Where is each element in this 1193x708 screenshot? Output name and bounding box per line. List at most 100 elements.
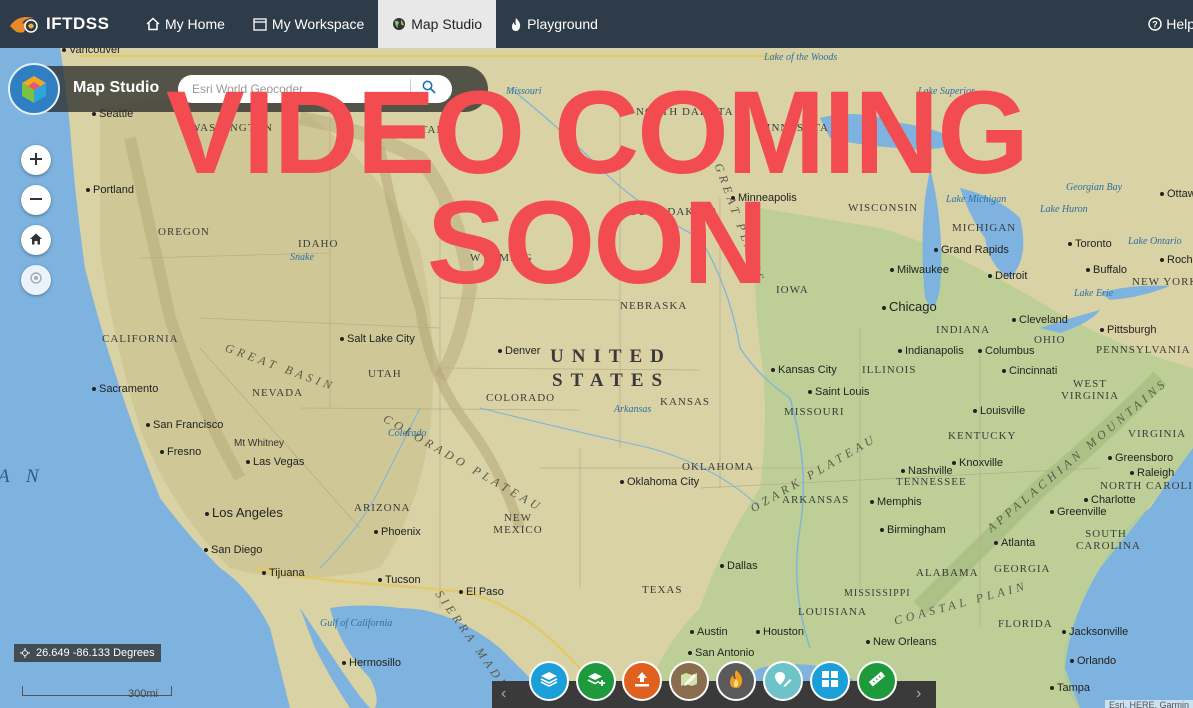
state-label: ILLINOIS — [862, 364, 917, 376]
nav-my-workspace[interactable]: My Workspace — [239, 0, 378, 48]
state-label: SOUTH CAROLINA — [1076, 528, 1141, 552]
city-label: Atlanta — [994, 537, 1035, 549]
water-label: Lake Erie — [1074, 288, 1114, 299]
city-label: Minneapolis — [731, 192, 797, 204]
zoom-in-button[interactable] — [21, 145, 51, 175]
state-label: OREGON — [158, 226, 210, 238]
state-label: MINNESOTA — [756, 122, 829, 134]
state-label: TEXAS — [642, 584, 683, 596]
add-layers-icon — [586, 669, 606, 694]
home-extent-button[interactable] — [21, 225, 51, 255]
state-label: KANSAS — [660, 396, 711, 408]
city-label: Louisville — [973, 405, 1025, 417]
locate-button[interactable] — [21, 265, 51, 295]
state-label: KENTUCKY — [948, 430, 1017, 442]
state-label: WYOMING — [470, 252, 533, 264]
city-label: Jacksonville — [1062, 626, 1128, 638]
map-studio-title: Map Studio — [73, 79, 160, 96]
nav-my-home-label: My Home — [165, 16, 225, 32]
city-label: Indianapolis — [898, 345, 964, 357]
nav-my-home[interactable]: My Home — [132, 0, 239, 48]
state-label: ARKANSAS — [782, 494, 850, 506]
city-label: Detroit — [988, 270, 1027, 282]
draw-button[interactable] — [763, 661, 803, 701]
svg-text:?: ? — [1152, 20, 1158, 30]
crosshair-icon — [20, 648, 30, 658]
city-label: Ottawa — [1160, 188, 1193, 200]
state-label: ARIZONA — [354, 502, 411, 514]
city-label: Pittsburgh — [1100, 324, 1157, 336]
city-label: Rochester — [1160, 254, 1193, 266]
city-label: Chicago — [882, 299, 937, 314]
state-label: INDIANA — [936, 324, 991, 336]
state-label: CALIFORNIA — [102, 333, 179, 345]
water-label: Arkansas — [614, 404, 652, 415]
brand-name: IFTDSS — [46, 14, 110, 33]
draw-pin-icon — [773, 669, 793, 694]
country-label: UNITED — [550, 346, 672, 367]
measure-button[interactable] — [857, 661, 897, 701]
state-label: UTAH — [368, 368, 402, 380]
city-label: Grand Rapids — [934, 244, 1009, 256]
fire-tool-button[interactable] — [716, 661, 756, 701]
city-label: Buffalo — [1086, 264, 1127, 276]
state-label: WASHINGTON — [190, 122, 274, 134]
city-label: Knoxville — [952, 457, 1003, 469]
city-label: Kansas City — [771, 364, 837, 376]
map-studio-logo-icon[interactable] — [8, 63, 60, 115]
layers-button[interactable] — [529, 661, 569, 701]
map-edit-icon — [679, 669, 699, 694]
water-label: Snake — [290, 252, 314, 263]
state-label: MONTANA — [392, 124, 455, 136]
nav-playground-label: Playground — [527, 16, 598, 32]
city-label: Salt Lake City — [340, 333, 415, 345]
nav-playground[interactable]: Playground — [496, 0, 612, 48]
water-label: Georgian Bay — [1066, 182, 1123, 193]
state-label: FLORIDA — [998, 618, 1053, 630]
globe-icon — [392, 17, 406, 31]
geocoder-input[interactable] — [178, 82, 410, 96]
home-icon — [146, 17, 160, 31]
geocoder-search — [178, 75, 452, 103]
city-label: Fresno — [160, 446, 201, 458]
city-label: El Paso — [459, 586, 504, 598]
nav-help[interactable]: ? Help — [1148, 0, 1193, 48]
state-label: MICHIGAN — [952, 222, 1017, 234]
city-label: Houston — [756, 626, 804, 638]
plus-icon — [29, 149, 43, 172]
grid-icon — [821, 670, 839, 693]
state-label: IDAHO — [298, 238, 339, 250]
water-label: Lake Michigan — [946, 194, 1007, 205]
state-label: WEST VIRGINIA — [1060, 378, 1120, 402]
flame-logo-icon — [8, 12, 42, 36]
state-label: NORTH DAKOTA — [636, 106, 734, 118]
city-label: Cleveland — [1012, 314, 1068, 326]
nav-map-studio[interactable]: Map Studio — [378, 0, 497, 48]
city-label: Phoenix — [374, 526, 421, 538]
city-label: San Francisco — [146, 419, 223, 431]
country-label: STATES — [552, 370, 671, 391]
city-label: Tampa — [1050, 682, 1090, 694]
city-label: Portland — [86, 184, 134, 196]
water-label: Lake Huron — [1040, 204, 1088, 215]
city-label: Raleigh — [1130, 467, 1174, 479]
geocoder-search-button[interactable] — [411, 75, 447, 103]
edit-map-button[interactable] — [669, 661, 709, 701]
coordinate-text: 26.649 -86.133 Degrees — [36, 647, 155, 659]
layers-icon — [539, 669, 559, 694]
water-label: Gulf of California — [320, 618, 393, 629]
iftdss-logo[interactable]: IFTDSS — [0, 0, 132, 48]
city-label: Vancouver — [62, 48, 121, 56]
state-label: NEBRASKA — [620, 300, 688, 312]
water-label: Lake of the Woods — [764, 52, 838, 63]
city-label: Sacramento — [92, 383, 158, 395]
upload-button[interactable] — [622, 661, 662, 701]
city-label: Oklahoma City — [620, 476, 699, 488]
add-layers-button[interactable] — [576, 661, 616, 701]
grid-button[interactable] — [810, 661, 850, 701]
zoom-out-button[interactable] — [21, 185, 51, 215]
toolbar-next-button[interactable]: › — [916, 685, 921, 703]
state-label: IOWA — [776, 284, 809, 296]
toolbar-prev-button[interactable]: ‹ — [501, 685, 506, 703]
map-canvas[interactable]: Portland Seattle Vancouver Minneapolis M… — [0, 48, 1193, 708]
